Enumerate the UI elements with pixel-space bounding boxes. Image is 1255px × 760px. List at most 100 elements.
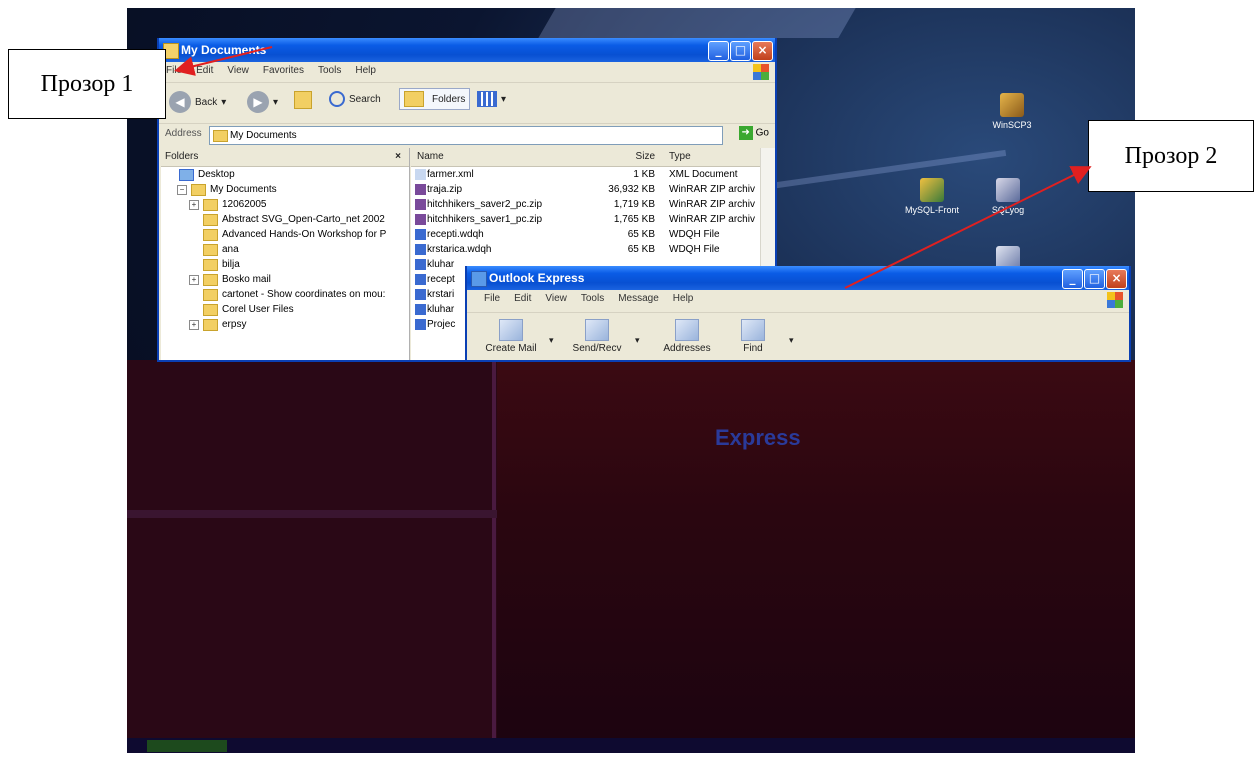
folder-tree-item[interactable]: − My Documents bbox=[161, 182, 409, 197]
addresses-button[interactable]: Addresses bbox=[657, 319, 717, 354]
address-label: Address bbox=[165, 128, 202, 139]
folder-tree-item[interactable]: ana bbox=[161, 242, 409, 257]
folders-pane-header: Folders × bbox=[161, 148, 409, 167]
outlook-express-window[interactable]: Outlook Express _ □ × File Edit View Tools M… bbox=[465, 266, 1131, 362]
send-receive-button[interactable]: Send/Recv bbox=[567, 319, 627, 354]
menu-favorites[interactable]: Favorites bbox=[256, 62, 311, 79]
file-type: XML Document bbox=[669, 169, 738, 180]
folder-tree-item[interactable]: + erpsy bbox=[161, 317, 409, 332]
tree-expander-icon[interactable]: + bbox=[189, 274, 199, 285]
folder-tree-item[interactable]: cartonet - Show coordinates on mou: bbox=[161, 287, 409, 302]
folder-tree-item[interactable]: Abstract SVG_Open-Carto_net 2002 bbox=[161, 212, 409, 227]
search-icon bbox=[329, 91, 345, 107]
file-row[interactable]: hitchhikers_saver1_pc.zip 1,765 KB WinRAR … bbox=[411, 212, 775, 227]
file-name: hitchhikers_saver1_pc.zip bbox=[427, 214, 543, 225]
address-book-icon bbox=[675, 319, 699, 341]
file-type: WDQH File bbox=[669, 244, 720, 255]
folder-icon bbox=[203, 213, 218, 226]
sqlyog-icon bbox=[996, 178, 1020, 202]
file-row[interactable]: traja.zip 36,932 KB WinRAR ZIP archiv bbox=[411, 182, 775, 197]
go-button[interactable]: ➜ Go bbox=[738, 126, 769, 140]
folder-tree-item[interactable]: bilja bbox=[161, 257, 409, 272]
menu-view[interactable]: View bbox=[538, 290, 574, 307]
column-header-name[interactable]: Name bbox=[417, 148, 444, 166]
menu-view[interactable]: View bbox=[220, 62, 256, 79]
file-type: WDQH File bbox=[669, 229, 720, 240]
menu-help[interactable]: Help bbox=[666, 290, 701, 307]
file-name: farmer.xml bbox=[427, 169, 474, 180]
folder-tree-item[interactable]: Desktop bbox=[161, 167, 409, 182]
file-row[interactable]: hitchhikers_saver2_pc.zip 1,719 KB WinRAR … bbox=[411, 197, 775, 212]
folder-tree-label: ana bbox=[222, 244, 239, 255]
folder-tree-item[interactable]: +12062005 bbox=[161, 197, 409, 212]
chevron-down-icon[interactable]: ▾ bbox=[635, 335, 640, 346]
menu-tools[interactable]: Tools bbox=[311, 62, 348, 79]
address-field[interactable]: My Documents bbox=[209, 126, 723, 145]
folder-tree-item[interactable]: Advanced Hands-On Workshop for P bbox=[161, 227, 409, 242]
desktop-icon-sqlyog[interactable]: SQLyog bbox=[973, 178, 1043, 215]
minimize-button[interactable]: _ bbox=[1062, 269, 1083, 289]
folder-tree-item[interactable]: + Bosko mail bbox=[161, 272, 409, 287]
tree-expander-icon[interactable]: − bbox=[177, 184, 187, 195]
my-documents-icon bbox=[213, 130, 228, 142]
folders-pane-close-button[interactable]: × bbox=[395, 148, 401, 166]
folder-icon bbox=[203, 288, 218, 301]
close-button[interactable]: × bbox=[1106, 269, 1127, 289]
folders-button[interactable]: Folders bbox=[399, 88, 471, 110]
mysql-front-icon bbox=[920, 178, 944, 202]
go-arrow-icon: ➜ bbox=[738, 126, 753, 140]
chevron-down-icon[interactable]: ▾ bbox=[549, 335, 554, 346]
file-row[interactable]: farmer.xml 1 KB XML Document bbox=[411, 167, 775, 182]
column-header-size[interactable]: Size bbox=[636, 148, 655, 166]
forward-arrow-icon: ▶ bbox=[247, 91, 269, 113]
back-arrow-icon: ◀ bbox=[169, 91, 191, 113]
file-name: Projec bbox=[427, 319, 456, 330]
menu-message[interactable]: Message bbox=[611, 290, 666, 307]
menu-help[interactable]: Help bbox=[348, 62, 383, 79]
send-receive-label: Send/Recv bbox=[572, 343, 622, 354]
folder-tree-item[interactable]: Corel User Files bbox=[161, 302, 409, 317]
maximize-button[interactable]: □ bbox=[1084, 269, 1105, 289]
menu-file[interactable]: File bbox=[477, 290, 507, 307]
desktop-icon-winscp[interactable]: WinSCP3 bbox=[977, 93, 1047, 130]
folder-icon bbox=[203, 228, 218, 241]
folders-pane-title: Folders bbox=[165, 151, 199, 162]
menu-tools[interactable]: Tools bbox=[574, 290, 611, 307]
menu-edit[interactable]: Edit bbox=[507, 290, 538, 307]
corrupted-taskbar bbox=[127, 738, 1135, 753]
outlook-title-bar[interactable]: Outlook Express _ □ × bbox=[467, 266, 1129, 290]
create-mail-button[interactable]: Create Mail bbox=[481, 319, 541, 354]
winscp-icon bbox=[1000, 93, 1024, 117]
maximize-button[interactable]: □ bbox=[730, 41, 751, 61]
views-button[interactable]: ▾ bbox=[477, 91, 506, 107]
find-button[interactable]: Find bbox=[723, 319, 783, 354]
file-row[interactable]: krstarica.wdqh 65 KB WDQH File bbox=[411, 242, 775, 257]
windows-logo-icon bbox=[753, 64, 769, 80]
search-button[interactable]: Search bbox=[329, 91, 381, 107]
file-name: hitchhikers_saver2_pc.zip bbox=[427, 199, 543, 210]
file-row[interactable]: recepti.wdqh 65 KB WDQH File bbox=[411, 227, 775, 242]
folder-icon bbox=[203, 273, 218, 286]
xml-file-icon bbox=[415, 169, 426, 180]
corrupted-image-region bbox=[127, 360, 1135, 753]
windows-logo-icon bbox=[1107, 292, 1123, 308]
chevron-down-icon: ▾ bbox=[221, 96, 227, 108]
minimize-button[interactable]: _ bbox=[708, 41, 729, 61]
address-bar: Address My Documents ➜ Go bbox=[159, 124, 775, 146]
forward-button[interactable]: ▶ ▾ bbox=[247, 91, 278, 113]
explorer-title-bar[interactable]: My Documents _ □ × bbox=[159, 38, 775, 62]
tree-expander-icon[interactable]: + bbox=[189, 199, 199, 210]
menu-edit[interactable]: Edit bbox=[189, 62, 220, 79]
close-button[interactable]: × bbox=[752, 41, 773, 61]
file-size: 1 KB bbox=[633, 169, 655, 180]
wdqh-file-icon bbox=[415, 319, 426, 330]
desktop-icon-mysql-front[interactable]: MySQL-Front bbox=[897, 178, 967, 215]
back-label: Back bbox=[195, 96, 218, 108]
corrupted-start-button bbox=[147, 740, 227, 752]
file-type: WinRAR ZIP archiv bbox=[669, 184, 755, 195]
up-folder-button[interactable] bbox=[294, 91, 312, 109]
chevron-down-icon[interactable]: ▾ bbox=[789, 335, 794, 346]
column-header-type[interactable]: Type bbox=[669, 148, 691, 166]
back-button[interactable]: ◀ Back ▾ bbox=[169, 91, 226, 113]
tree-expander-icon[interactable]: + bbox=[189, 319, 199, 330]
